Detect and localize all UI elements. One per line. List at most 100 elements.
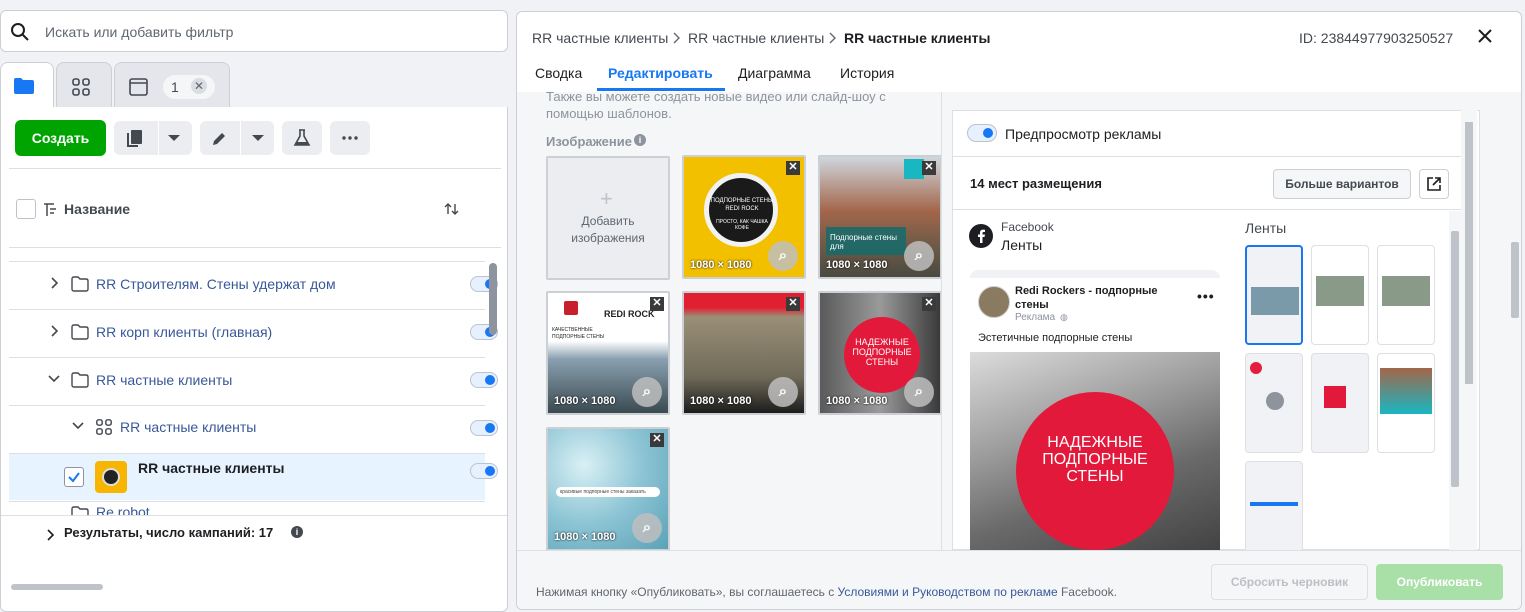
preview-scrollbar[interactable] — [1449, 211, 1461, 550]
image-tile[interactable]: Подпорные стены для ✕ 1080 × 1080 ⌕ — [818, 155, 942, 279]
placement-thumbnail[interactable] — [1245, 461, 1303, 550]
image-tile[interactable]: REDI ROCK КАЧЕСТВЕННЫЕ ПОДПОРНЫЕ СТЕНЫ ✕… — [546, 291, 670, 415]
campaign-name[interactable]: RR частные клиенты — [96, 372, 232, 388]
intro-text: помощью шаблонов. — [546, 106, 672, 121]
remove-image-icon[interactable]: ✕ — [922, 297, 936, 311]
chevron-right-icon — [671, 31, 681, 45]
campaign-name[interactable]: Re robot — [96, 504, 150, 515]
row-checkbox-checked[interactable] — [64, 467, 84, 487]
status-toggle[interactable] — [470, 463, 498, 479]
tab-chart[interactable]: Диаграмма — [738, 65, 811, 81]
table-row[interactable]: RR частные клиенты — [9, 357, 498, 404]
remove-image-icon[interactable]: ✕ — [922, 161, 936, 175]
crop-icon[interactable]: ⌕ — [768, 377, 798, 407]
ad-name[interactable]: RR частные клиенты — [138, 460, 285, 476]
selected-count-chip[interactable]: 1 ✕ — [163, 75, 215, 99]
crop-icon[interactable]: ⌕ — [632, 513, 662, 543]
preview-toggle[interactable] — [967, 124, 997, 142]
tab-history[interactable]: История — [840, 65, 894, 81]
placement-thumbnail[interactable] — [1245, 353, 1303, 453]
pencil-icon[interactable] — [210, 130, 228, 148]
name-column-header[interactable]: Название — [64, 201, 130, 217]
tab-campaigns[interactable] — [0, 62, 54, 108]
crop-icon[interactable]: ⌕ — [768, 241, 798, 271]
table-row[interactable]: Re robot — [9, 501, 485, 515]
more-button[interactable] — [330, 121, 370, 155]
terms-link[interactable]: Условиями и Руководством по рекламе — [838, 585, 1058, 599]
chevron-right-icon[interactable] — [49, 324, 59, 338]
breadcrumb-adset[interactable]: RR частные клиенты — [688, 30, 824, 46]
reset-draft-button[interactable]: Сбросить черновик — [1211, 564, 1368, 600]
post-menu-icon[interactable]: ••• — [1197, 288, 1215, 304]
image-tile[interactable]: ПОДПОРНЫЕ СТЕНЫ REDI ROCK ПРОСТО, КАК ЧА… — [682, 155, 806, 279]
breadcrumb-campaign[interactable]: RR частные клиенты — [532, 30, 668, 46]
select-all-checkbox[interactable] — [16, 199, 36, 219]
grid-icon — [71, 77, 91, 97]
campaign-list-panel: Создать Название RR Строителям. Стены уд… — [0, 107, 508, 612]
edit-button-group — [200, 121, 274, 155]
table-row[interactable]: RR Строителям. Стены удержат дом — [9, 261, 498, 308]
remove-image-icon[interactable]: ✕ — [786, 161, 800, 175]
remove-image-icon[interactable]: ✕ — [650, 433, 664, 447]
tab-ad-sets[interactable] — [56, 62, 112, 108]
tab-ads[interactable]: 1 ✕ — [114, 62, 230, 108]
chevron-down-icon[interactable] — [71, 421, 85, 431]
info-icon[interactable]: i — [634, 134, 646, 146]
folder-outline-icon — [71, 506, 89, 515]
open-external-button[interactable] — [1419, 169, 1449, 199]
placement-thumbnail[interactable] — [1377, 245, 1435, 345]
horizontal-scrollbar[interactable] — [11, 584, 103, 590]
crop-icon[interactable]: ⌕ — [904, 241, 934, 271]
search-input[interactable]: Искать или добавить фильтр — [0, 10, 508, 52]
duplicate-button[interactable] — [114, 121, 158, 155]
page-scrollbar[interactable] — [1509, 92, 1521, 550]
chevron-down-icon[interactable] — [47, 374, 61, 384]
edit-dropdown-icon[interactable] — [246, 131, 270, 145]
remove-image-icon[interactable]: ✕ — [650, 297, 664, 311]
add-images-button[interactable]: + Добавить изображения — [546, 156, 670, 280]
info-icon[interactable]: i — [291, 526, 303, 538]
duplicate-dropdown-icon[interactable] — [162, 131, 186, 145]
duplicate-button-group — [114, 121, 192, 155]
chevron-right-icon[interactable] — [45, 528, 55, 542]
status-toggle[interactable] — [470, 372, 498, 388]
sort-icon[interactable] — [444, 202, 460, 216]
adset-name[interactable]: RR частные клиенты — [120, 419, 256, 435]
campaign-name[interactable]: RR корп клиенты (главная) — [96, 324, 272, 340]
table-row[interactable]: RR частные клиенты — [9, 405, 498, 452]
create-button[interactable]: Создать — [15, 120, 106, 156]
intro-text: Также вы можете создать новые видео или … — [546, 92, 886, 104]
more-variants-button[interactable]: Больше вариантов — [1273, 169, 1411, 199]
close-icon[interactable] — [1477, 28, 1493, 44]
ab-test-button[interactable] — [282, 121, 322, 155]
vertical-scrollbar[interactable] — [489, 263, 497, 335]
placement-thumbnail[interactable] — [1311, 353, 1369, 453]
clear-selection-icon[interactable]: ✕ — [191, 78, 207, 94]
folder-outline-icon — [71, 276, 89, 292]
crop-icon[interactable]: ⌕ — [904, 377, 934, 407]
results-summary: Результаты, число кампаний: 17 — [64, 525, 274, 540]
crop-icon[interactable]: ⌕ — [632, 377, 662, 407]
placement-thumbnail-selected[interactable] — [1245, 245, 1303, 345]
status-toggle[interactable] — [470, 420, 498, 436]
tab-edit[interactable]: Редактировать — [608, 65, 713, 81]
placement-thumbnail[interactable] — [1311, 245, 1369, 345]
remove-image-icon[interactable]: ✕ — [786, 297, 800, 311]
breadcrumb-ad: RR частные клиенты — [844, 30, 991, 46]
image-tile[interactable]: НАДЕЖНЫЕ ПОДПОРНЫЕ СТЕНЫ ✕ 1080 × 1080 ⌕ — [818, 291, 942, 415]
editor-scrollbar[interactable] — [1461, 110, 1477, 550]
campaign-name[interactable]: RR Строителям. Стены удержат дом — [96, 276, 336, 292]
table-row-selected[interactable]: RR частные клиенты — [9, 453, 498, 500]
page-name: Redi Rockers - подпорные стены — [1015, 285, 1158, 311]
image-tile[interactable]: ✕ 1080 × 1080 ⌕ — [682, 291, 806, 415]
sort-lines-icon — [42, 202, 58, 218]
publish-button[interactable]: Опубликовать — [1376, 564, 1503, 600]
tab-summary[interactable]: Сводка — [535, 65, 582, 81]
placement-thumbnail[interactable] — [1377, 353, 1435, 453]
chevron-right-icon — [827, 31, 837, 45]
table-row[interactable]: RR корп клиенты (главная) — [9, 309, 498, 356]
chevron-right-icon[interactable] — [49, 276, 59, 290]
image-tile[interactable]: красивые подпорные стены заказать ✕ 1080… — [546, 427, 670, 550]
plus-icon: + — [600, 186, 613, 211]
ad-image: НАДЕЖНЫЕ ПОДПОРНЫЕ СТЕНЫ — [970, 352, 1220, 550]
